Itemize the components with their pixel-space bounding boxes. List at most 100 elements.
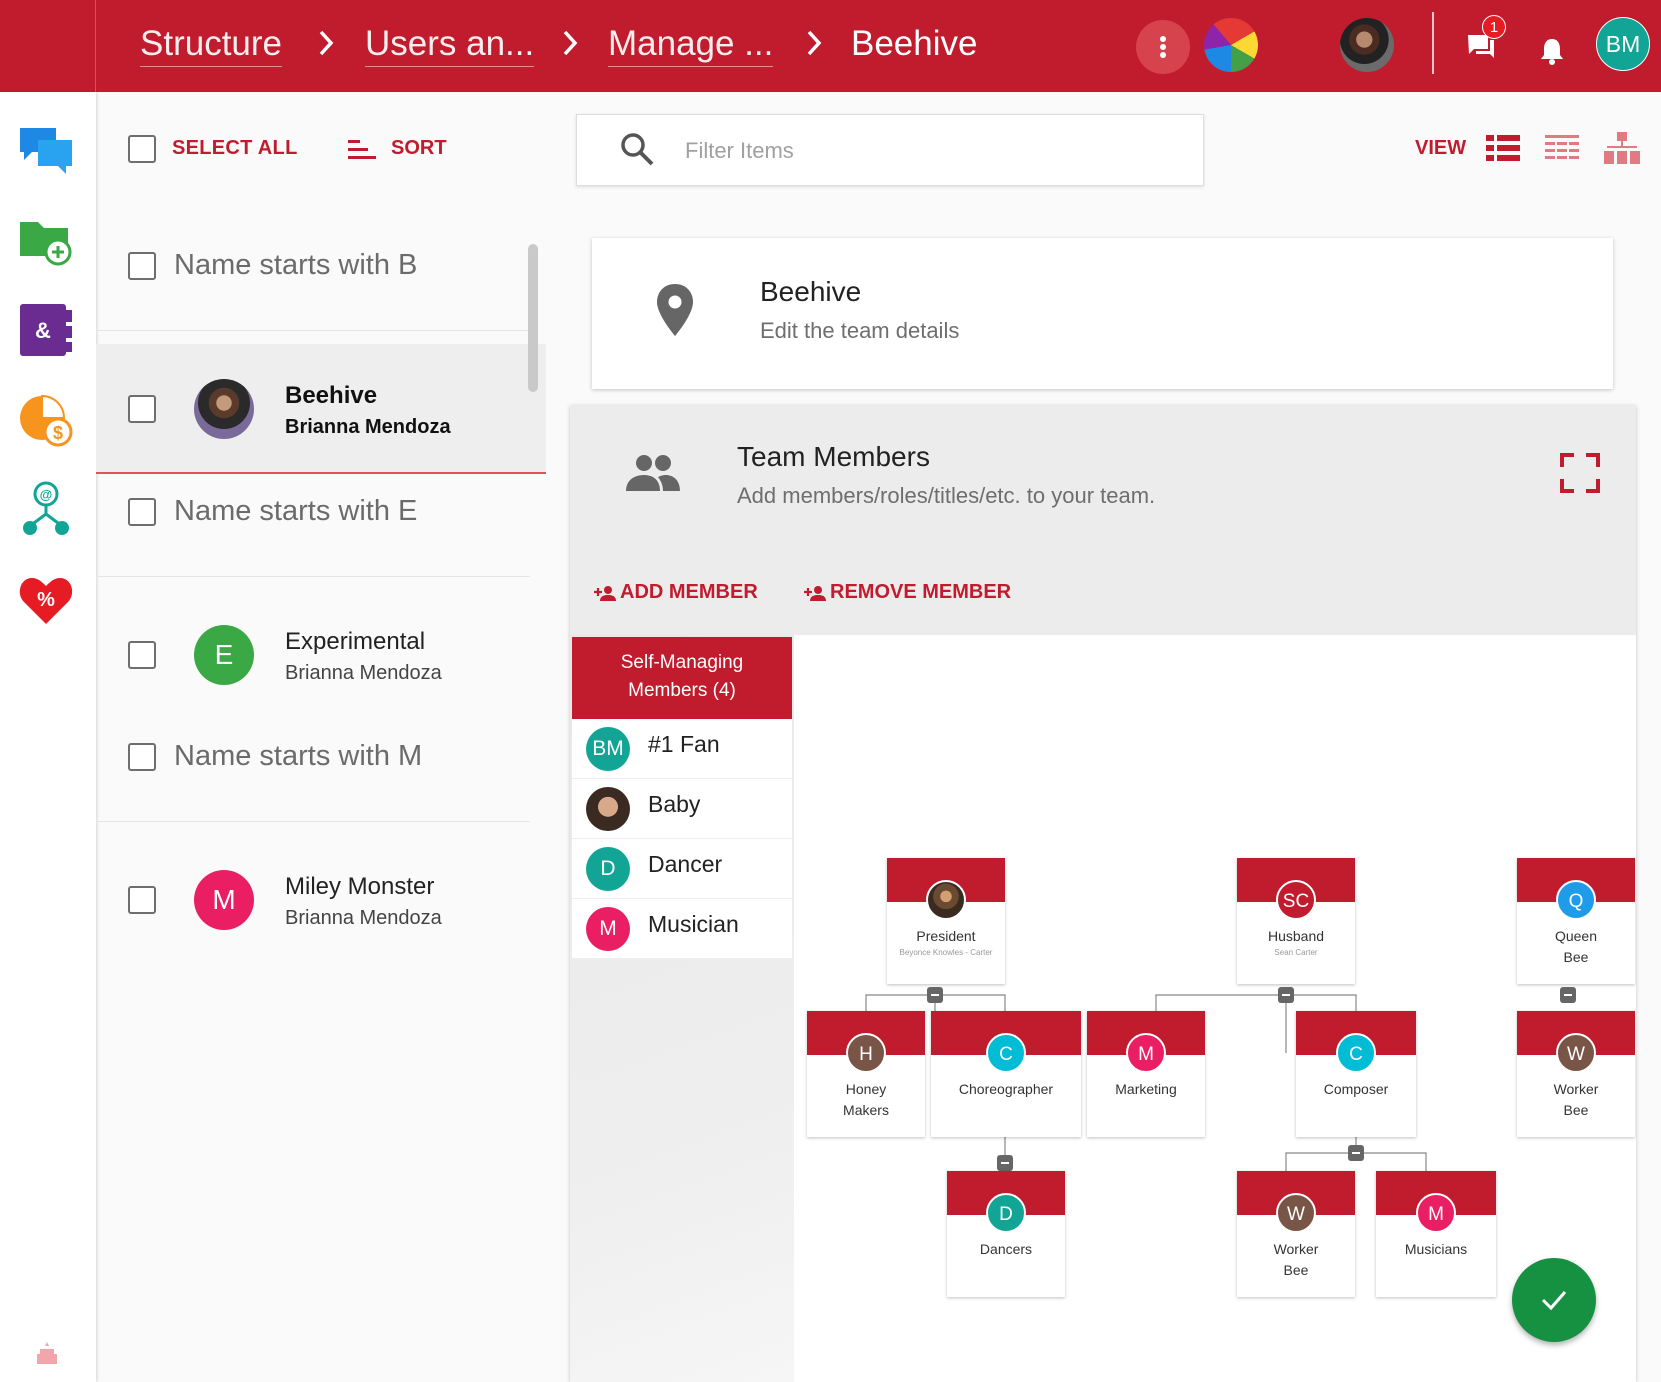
node-label-line1: Honey [845,1081,887,1097]
folder-add-icon[interactable] [16,210,76,270]
member-row[interactable]: D Dancer [572,839,792,899]
search-icon [621,133,654,166]
breadcrumb-structure[interactable]: Structure [140,22,282,67]
cake-icon[interactable] [34,1340,60,1366]
item-name: Experimental [285,628,426,655]
org-node-musicians[interactable]: M Musicians [1376,1171,1496,1297]
list-item[interactable]: M Miley Monster Brianna Mendoza [96,835,546,965]
node-label: Dancers [979,1241,1033,1257]
team-list: Name starts with B Beehive Brianna Mendo… [96,222,546,1382]
org-chart: President Beyonce Knowles - Carter SC Hu… [794,635,1636,1382]
sort-button[interactable]: SORT [391,137,447,160]
org-node-husband[interactable]: SC Husband Sean Carter [1237,858,1355,984]
team-members-title: Team Members [737,441,930,472]
member-row[interactable]: Baby [572,779,792,839]
remove-member-button[interactable]: REMOVE MEMBER [804,581,1011,604]
check-icon [1541,1291,1567,1311]
org-node-president[interactable]: President Beyonce Knowles - Carter [887,858,1005,984]
add-member-button[interactable]: ADD MEMBER [594,581,758,604]
collapse-toggle-icon[interactable] [1278,987,1294,1003]
node-sublabel: Sean Carter [1274,948,1318,957]
self-managing-members-panel: Self-Managing Members (4) BM #1 Fan Baby… [570,635,794,1382]
member-row[interactable]: BM #1 Fan [572,719,792,779]
org-node-dancers[interactable]: D Dancers [947,1171,1065,1297]
bell-icon[interactable] [1538,36,1566,66]
node-sublabel: Beyonce Knowles - Carter [899,948,993,957]
node-label: Worker Bee [1237,1239,1355,1281]
add-member-label: ADD MEMBER [620,581,758,603]
org-node-worker-bee[interactable]: W Worker Bee [1517,1011,1635,1137]
team-members-header: Team Members Add members/roles/titles/et… [570,405,1636,555]
org-network-icon[interactable]: @ [16,480,76,540]
self-managing-line1: Self-Managing [620,652,744,673]
divider [1432,12,1434,74]
group-icon [626,455,680,491]
org-node-queen-bee[interactable]: Q Queen Bee [1517,858,1635,984]
team-avatar: M [194,870,254,930]
item-name: Miley Monster [285,873,435,900]
item-checkbox[interactable] [128,641,156,669]
list-item[interactable]: Beehive Brianna Mendoza [96,344,546,474]
org-node-marketing[interactable]: M Marketing [1087,1011,1205,1137]
org-node-worker-bee[interactable]: W Worker Bee [1237,1171,1355,1297]
group-checkbox[interactable] [128,498,156,526]
node-label-line1: Queen [1554,928,1598,944]
remove-member-label: REMOVE MEMBER [830,581,1012,603]
node-label-line1: Worker [1553,1081,1599,1097]
item-checkbox[interactable] [128,395,156,423]
finance-chart-icon[interactable]: $ [16,390,76,450]
node-label-line2: Makers [843,1102,889,1118]
group-header-m: Name starts with M [96,713,530,803]
contacts-icon[interactable]: & [16,300,76,360]
fullscreen-icon[interactable] [1560,453,1600,493]
select-all-checkbox[interactable] [128,135,156,163]
node-label: Worker Bee [1517,1079,1635,1121]
list-scrollbar[interactable] [528,244,538,392]
org-node-choreographer[interactable]: C Choreographer [931,1011,1081,1137]
notification-count-badge: 1 [1482,15,1506,39]
node-label: President [916,928,976,944]
team-subtitle: Edit the team details [760,318,960,343]
chat-icon[interactable] [16,120,76,180]
item-owner: Brianna Mendoza [285,416,451,438]
select-all-label[interactable]: SELECT ALL [172,137,298,160]
more-vert-icon [1160,36,1166,58]
collapse-toggle-icon[interactable] [1560,987,1576,1003]
group-checkbox[interactable] [128,743,156,771]
group-checkbox[interactable] [128,252,156,280]
collapse-toggle-icon[interactable] [927,987,943,1003]
divider [96,821,530,822]
breadcrumb-users[interactable]: Users an... [365,22,535,67]
member-row[interactable]: M Musician [572,899,792,959]
heart-percent-icon[interactable]: % [16,570,76,630]
chevron-right-icon [563,30,578,56]
collapse-toggle-icon[interactable] [1348,1145,1364,1161]
app-corner [0,0,96,92]
org-node-honey-makers[interactable]: H Honey Makers [807,1011,925,1137]
app-logo[interactable] [1204,18,1258,72]
detail-list-view-icon[interactable] [1484,131,1522,165]
node-avatar [926,880,966,920]
breadcrumb-manage[interactable]: Manage ... [608,22,774,67]
divider [96,576,530,577]
node-avatar: C [986,1033,1026,1073]
team-details-card[interactable]: Beehive Edit the team details [592,238,1613,389]
filter-input[interactable] [685,133,1165,169]
user-avatar[interactable]: BM [1596,17,1650,71]
member-name: #1 Fan [648,731,720,757]
org-node-composer[interactable]: C Composer [1296,1011,1416,1137]
list-item[interactable]: E Experimental Brianna Mendoza [96,590,546,720]
table-view-icon[interactable] [1543,131,1581,165]
team-avatar [194,379,254,439]
item-checkbox[interactable] [128,886,156,914]
collapse-toggle-icon[interactable] [997,1155,1013,1171]
team-title: Beehive [760,276,862,307]
top-app-bar: Structure Users an... Manage ... Beehive… [0,0,1661,92]
profile-photo-avatar[interactable] [1340,18,1394,72]
left-nav-rail: & $ @ % [0,92,96,1382]
more-options-button[interactable] [1136,20,1190,74]
sort-icon[interactable] [348,139,378,161]
org-chart-view-icon[interactable] [1603,131,1641,165]
person-add-icon [594,585,616,601]
confirm-fab-button[interactable] [1512,1258,1596,1342]
